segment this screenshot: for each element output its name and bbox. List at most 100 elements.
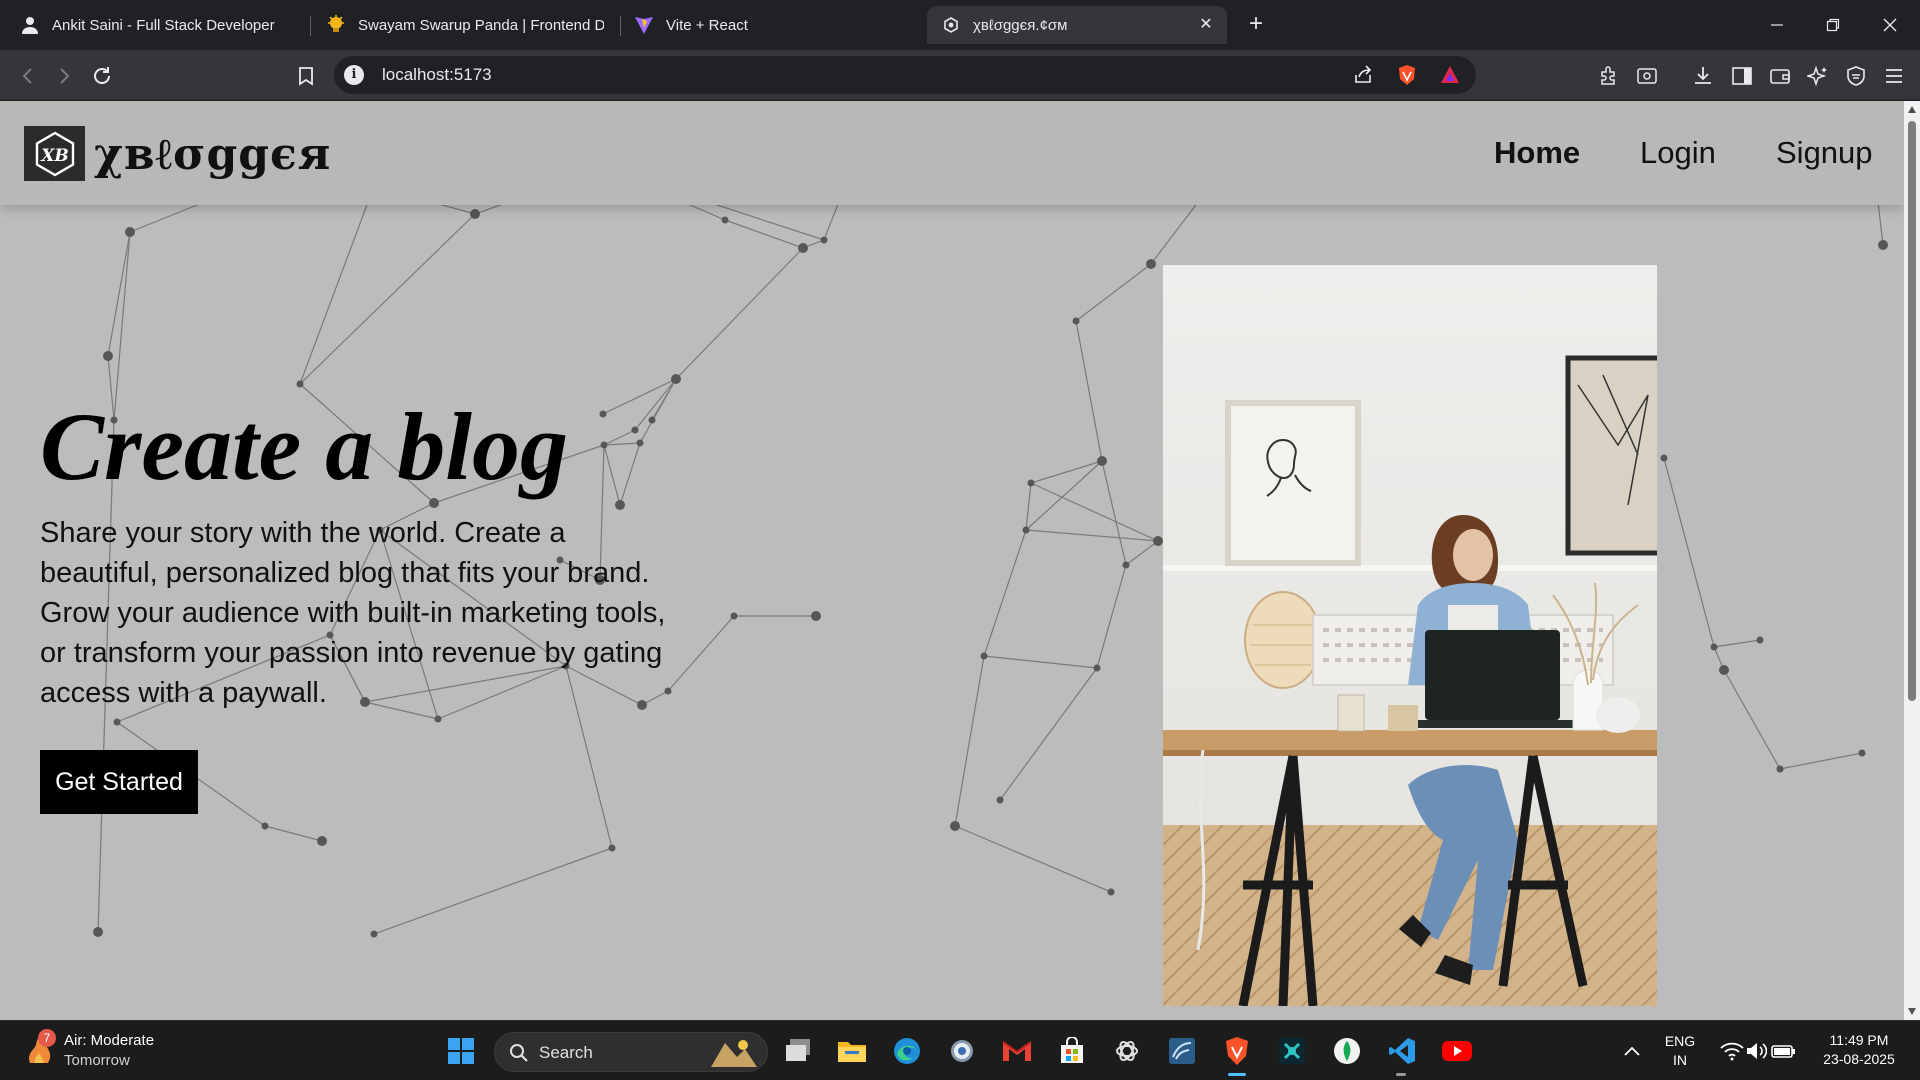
network-node xyxy=(1878,240,1888,250)
network-node xyxy=(103,351,113,361)
share-icon[interactable] xyxy=(1352,64,1374,86)
network-edge xyxy=(634,378,677,431)
chatgpt-icon[interactable] xyxy=(1109,1033,1145,1069)
xb-logo-icon: XB xyxy=(35,131,74,176)
network-edge xyxy=(675,247,804,380)
network-edge xyxy=(107,231,131,357)
vscode-icon[interactable] xyxy=(1384,1033,1420,1069)
clock-time: 11:49 PM xyxy=(1829,1032,1889,1048)
tab-ankit-saini[interactable]: Ankit Saini - Full Stack Developer xyxy=(6,6,306,44)
brave-browser-icon[interactable] xyxy=(1219,1033,1255,1069)
network-edge xyxy=(954,825,1112,893)
person-icon xyxy=(20,15,40,35)
network-edge xyxy=(603,442,641,446)
network-edge xyxy=(1101,460,1127,566)
network-edge xyxy=(954,655,985,827)
network-node xyxy=(1107,888,1115,896)
settings-icon[interactable] xyxy=(944,1033,980,1069)
weather-badge: 7 xyxy=(38,1029,56,1047)
network-edge xyxy=(1713,639,1761,648)
mysql-workbench-icon[interactable] xyxy=(1164,1033,1200,1069)
show-hidden-icons-icon[interactable] xyxy=(1614,1033,1650,1069)
network-node xyxy=(671,374,681,384)
network-node xyxy=(1858,749,1866,757)
network-node xyxy=(615,500,625,510)
network-node xyxy=(261,822,269,830)
extensions-icon[interactable] xyxy=(1595,62,1623,90)
get-started-button[interactable]: Get Started xyxy=(40,750,198,814)
network-node xyxy=(648,416,656,424)
logo-mark[interactable]: XB xyxy=(24,126,85,181)
reload-icon[interactable] xyxy=(88,62,116,90)
gmail-icon[interactable] xyxy=(999,1033,1035,1069)
page-scrollbar[interactable] xyxy=(1904,101,1920,1020)
network-node xyxy=(113,718,121,726)
address-bar[interactable]: i localhost:5173 xyxy=(334,56,1476,94)
nav-signup-link[interactable]: Signup xyxy=(1776,135,1873,171)
tab-title: Vite + React xyxy=(666,16,748,34)
network-edge xyxy=(1125,540,1159,566)
taskbar-search[interactable]: Search xyxy=(494,1032,768,1072)
microsoft-store-icon[interactable] xyxy=(1054,1033,1090,1069)
download-icon[interactable] xyxy=(1689,62,1717,90)
scrollbar-thumb[interactable] xyxy=(1908,121,1916,701)
weather-title: Air: Moderate xyxy=(64,1032,155,1049)
system-tray[interactable] xyxy=(1708,1033,1808,1069)
network-edge xyxy=(1096,564,1127,669)
start-icon[interactable] xyxy=(443,1033,479,1069)
network-node xyxy=(1756,636,1764,644)
minimize-icon[interactable] xyxy=(1759,10,1795,40)
wallet-icon[interactable] xyxy=(1766,62,1794,90)
restore-icon[interactable] xyxy=(1815,10,1851,40)
nav-home-link[interactable]: Home xyxy=(1494,135,1580,171)
forward-icon[interactable] xyxy=(50,62,78,90)
browser-tab-strip: Ankit Saini - Full Stack Developer Swaya… xyxy=(0,0,1920,50)
vite-icon xyxy=(634,15,654,35)
network-edge xyxy=(1075,263,1152,322)
mongodb-compass-icon[interactable] xyxy=(1329,1033,1365,1069)
network-node xyxy=(600,441,608,449)
network-edge xyxy=(619,442,641,506)
leo-ai-icon[interactable] xyxy=(1804,62,1832,90)
clock-date: 23-08-2025 xyxy=(1823,1051,1895,1067)
network-edge xyxy=(373,847,613,935)
network-node xyxy=(296,380,304,388)
tab-swayam-panda[interactable]: Swayam Swarup Panda | Frontend De xyxy=(312,6,618,44)
close-window-icon[interactable] xyxy=(1872,10,1908,40)
tab-xblogger[interactable]: χʙℓσggєя.¢σм ✕ xyxy=(927,6,1227,44)
screenshot-icon[interactable] xyxy=(1633,62,1661,90)
address-url[interactable]: localhost:5173 xyxy=(382,65,492,85)
tab-separator xyxy=(310,16,311,36)
sidebar-icon[interactable] xyxy=(1728,62,1756,90)
network-node xyxy=(608,844,616,852)
network-node xyxy=(996,796,1004,804)
file-explorer-icon[interactable] xyxy=(834,1033,870,1069)
brave-shield-icon[interactable] xyxy=(1396,64,1418,86)
tab-vite-react[interactable]: Vite + React xyxy=(620,6,920,44)
task-view-icon[interactable] xyxy=(780,1033,816,1069)
vpn-shield-icon[interactable] xyxy=(1842,62,1870,90)
logo-text[interactable]: χʙℓσggєя xyxy=(94,129,331,180)
scroll-up-icon[interactable] xyxy=(1907,105,1917,115)
scroll-down-icon[interactable] xyxy=(1907,1006,1917,1016)
close-tab-icon[interactable]: ✕ xyxy=(1197,16,1215,34)
youtube-icon[interactable] xyxy=(1439,1033,1475,1069)
back-icon[interactable] xyxy=(14,62,42,90)
network-node xyxy=(1093,664,1101,672)
edge-icon[interactable] xyxy=(889,1033,925,1069)
xblogger-icon xyxy=(941,15,961,35)
new-tab-button[interactable]: + xyxy=(1242,10,1270,38)
nav-login-link[interactable]: Login xyxy=(1640,135,1716,171)
clock[interactable]: 11:49 PM 23-08-2025 xyxy=(1812,1031,1906,1069)
network-node xyxy=(811,611,821,621)
site-header: XB χʙℓσggєя Home Login Signup xyxy=(0,101,1904,205)
bookmark-icon[interactable] xyxy=(292,62,320,90)
menu-icon[interactable] xyxy=(1880,62,1908,90)
language-indicator[interactable]: ENG IN xyxy=(1658,1032,1702,1070)
language-line1: ENG xyxy=(1664,1033,1696,1049)
network-edge xyxy=(1025,460,1103,531)
network-edge xyxy=(1779,752,1863,770)
site-info-icon[interactable]: i xyxy=(344,65,364,85)
brave-rewards-icon[interactable] xyxy=(1439,64,1461,86)
app-icon-teal[interactable] xyxy=(1274,1033,1310,1069)
